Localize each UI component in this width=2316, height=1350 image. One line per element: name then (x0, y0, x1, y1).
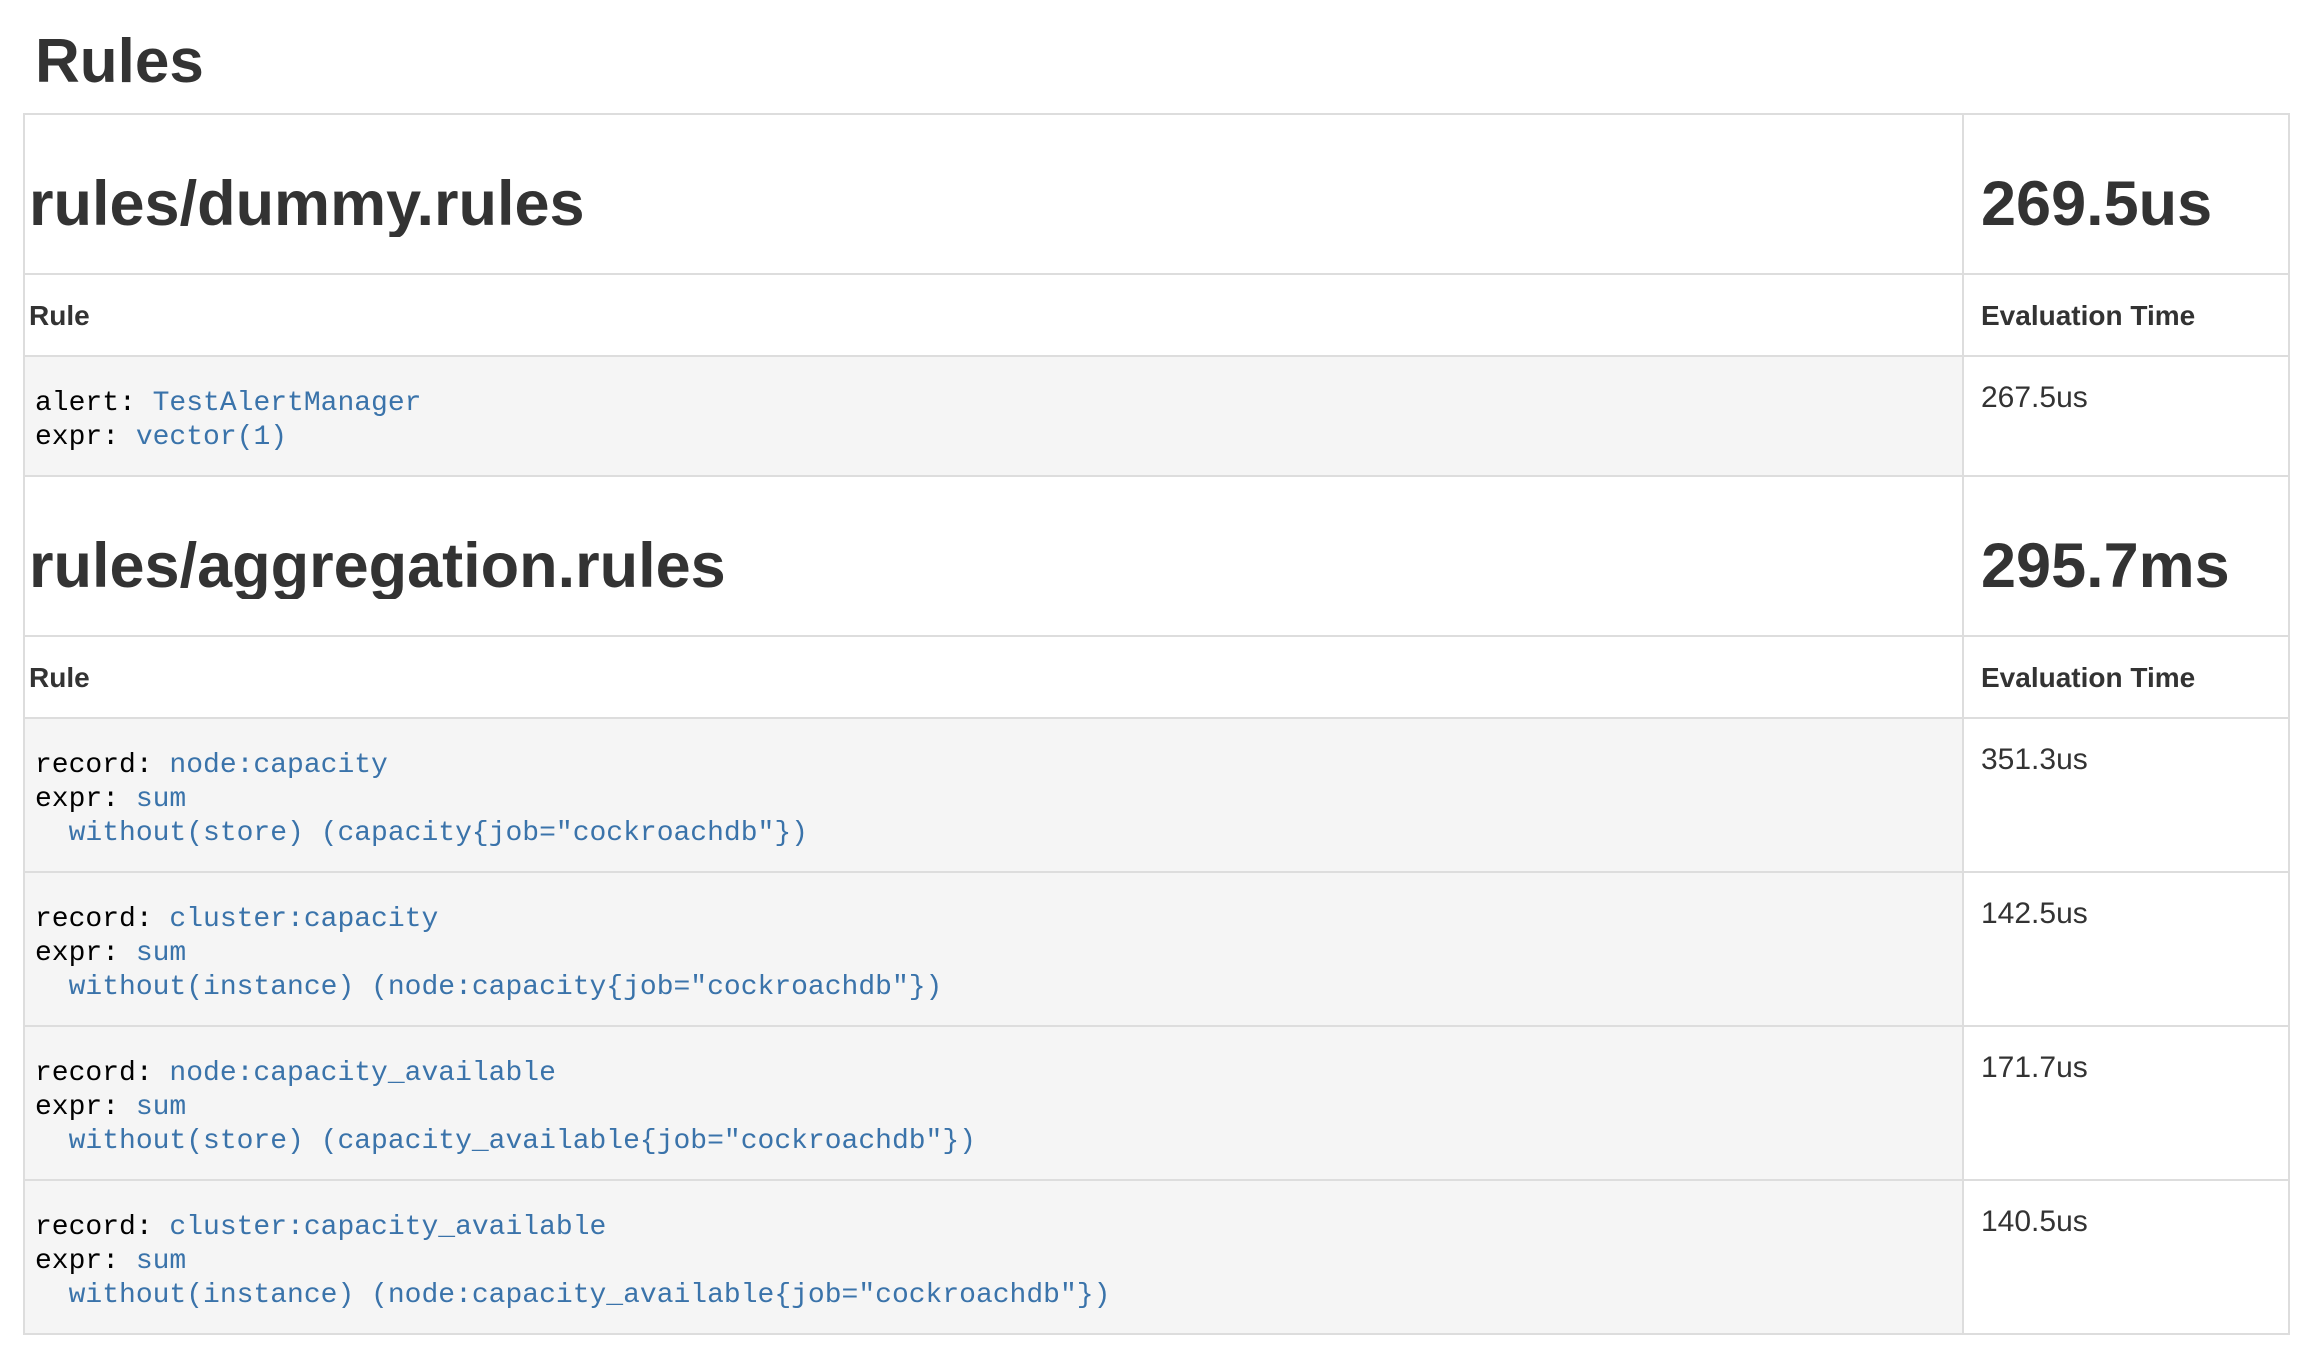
rule-row: record: node:capacity_available expr: su… (24, 1026, 2289, 1180)
group-total-time-cell: 295.7ms (1963, 476, 2289, 636)
rule-cell: record: cluster:capacity_available expr:… (24, 1180, 1963, 1334)
expr-link[interactable]: vector(1) (136, 422, 287, 453)
expr-label: expr: (35, 784, 136, 815)
record-label: record: (35, 750, 169, 781)
expr-link[interactable]: sum without(store) (capacity{job="cockro… (35, 784, 808, 849)
eval-time-value: 140.5us (1963, 1180, 2289, 1334)
group-file-heading: rules/aggregation.rules (29, 533, 1958, 599)
expr-link[interactable]: sum without(instance) (node:capacity_ava… (35, 1246, 1110, 1311)
eval-time-value: 171.7us (1963, 1026, 2289, 1180)
rule-cell: record: node:capacity_available expr: su… (24, 1026, 1963, 1180)
record-name-link[interactable]: cluster:capacity_available (169, 1212, 606, 1243)
expr-label: expr: (35, 1246, 136, 1277)
eval-time-value: 351.3us (1963, 718, 2289, 872)
alert-label: alert: (35, 388, 153, 419)
eval-time-column-header: Evaluation Time (1963, 274, 2289, 356)
rule-definition: record: cluster:capacity expr: sum witho… (25, 873, 1962, 1025)
rule-row: record: cluster:capacity expr: sum witho… (24, 872, 2289, 1026)
page-title: Rules (35, 28, 2290, 96)
column-header-row: Rule Evaluation Time (24, 636, 2289, 718)
record-name-link[interactable]: node:capacity_available (169, 1058, 555, 1089)
rule-row: record: node:capacity expr: sum without(… (24, 718, 2289, 872)
expr-link[interactable]: sum without(instance) (node:capacity{job… (35, 938, 942, 1003)
group-total-eval-time: 269.5us (1981, 171, 2284, 237)
rule-column-header: Rule (24, 274, 1963, 356)
rules-table: rules/dummy.rules 269.5us Rule Evaluatio… (23, 113, 2290, 1335)
record-name-link[interactable]: cluster:capacity (169, 904, 438, 935)
rule-cell: record: node:capacity expr: sum without(… (24, 718, 1963, 872)
rule-row: record: cluster:capacity_available expr:… (24, 1180, 2289, 1334)
expr-label: expr: (35, 938, 136, 969)
record-label: record: (35, 904, 169, 935)
record-label: record: (35, 1212, 169, 1243)
group-header-row: rules/dummy.rules 269.5us (24, 114, 2289, 274)
rules-page: Rules rules/dummy.rules 269.5us Rule Eva… (0, 28, 2316, 1335)
rule-column-header: Rule (24, 636, 1963, 718)
rule-cell: record: cluster:capacity expr: sum witho… (24, 872, 1963, 1026)
expr-label: expr: (35, 422, 136, 453)
rule-cell: alert: TestAlertManager expr: vector(1) (24, 356, 1963, 476)
group-file-heading: rules/dummy.rules (29, 171, 1958, 237)
group-file-cell: rules/aggregation.rules (24, 476, 1963, 636)
eval-time-value: 267.5us (1963, 356, 2289, 476)
rule-definition: record: node:capacity expr: sum without(… (25, 719, 1962, 871)
eval-time-column-header: Evaluation Time (1963, 636, 2289, 718)
expr-link[interactable]: sum without(store) (capacity_available{j… (35, 1092, 976, 1157)
rule-row: alert: TestAlertManager expr: vector(1) … (24, 356, 2289, 476)
rule-definition: record: node:capacity_available expr: su… (25, 1027, 1962, 1179)
group-total-time-cell: 269.5us (1963, 114, 2289, 274)
column-header-row: Rule Evaluation Time (24, 274, 2289, 356)
record-label: record: (35, 1058, 169, 1089)
eval-time-value: 142.5us (1963, 872, 2289, 1026)
record-name-link[interactable]: node:capacity (169, 750, 387, 781)
rule-definition: record: cluster:capacity_available expr:… (25, 1181, 1962, 1333)
expr-label: expr: (35, 1092, 136, 1123)
group-file-cell: rules/dummy.rules (24, 114, 1963, 274)
alert-name-link[interactable]: TestAlertManager (153, 388, 422, 419)
group-total-eval-time: 295.7ms (1981, 533, 2284, 599)
group-header-row: rules/aggregation.rules 295.7ms (24, 476, 2289, 636)
rule-definition: alert: TestAlertManager expr: vector(1) (25, 357, 1962, 475)
